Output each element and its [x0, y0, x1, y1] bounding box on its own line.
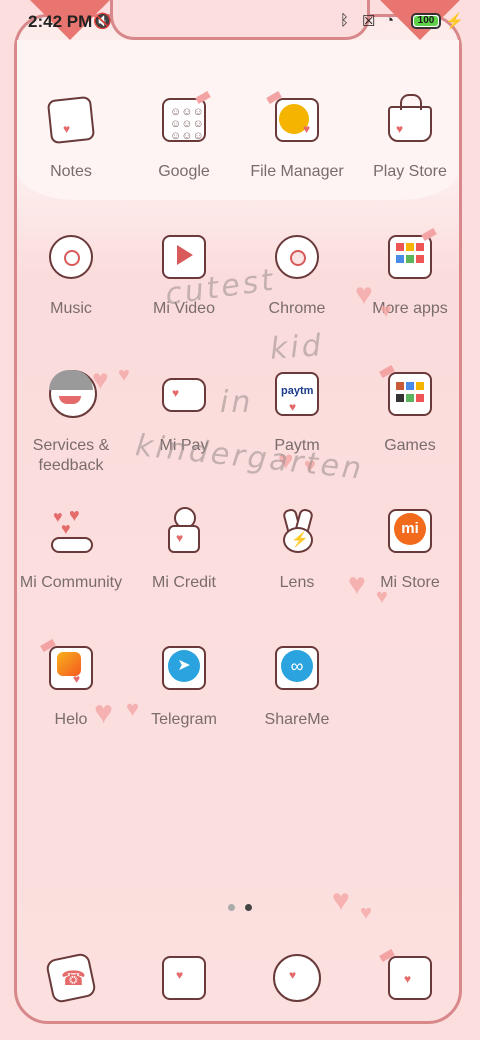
heart-decoration: ♥: [355, 278, 373, 311]
mi-store-icon: mi: [382, 503, 438, 559]
app-label: Lens: [279, 574, 315, 591]
status-time: 2:42 PM: [28, 12, 93, 31]
mi-pay-icon: ♥: [156, 366, 212, 422]
app-label: Services & feedback: [32, 437, 110, 474]
battery-percent: 100: [417, 15, 435, 26]
browser-icon: ♥: [269, 950, 325, 1006]
heart-decoration: ♥: [118, 364, 130, 386]
heart-decoration: ♥: [94, 694, 113, 730]
app-telegram[interactable]: ➤ Telegram: [128, 640, 240, 730]
app-label: Notes: [50, 163, 92, 180]
battery-indicator: 100: [411, 13, 441, 29]
heart-decoration: ♥: [348, 568, 366, 601]
phone-icon: ☎: [43, 950, 99, 1006]
heart-decoration: ♥: [126, 696, 140, 721]
heart-decoration: ♥: [332, 884, 350, 917]
music-icon: [43, 229, 99, 285]
app-label: Music: [50, 300, 92, 317]
chrome-icon: [269, 229, 325, 285]
heart-decoration: ♥: [376, 586, 388, 608]
helo-icon: ♥: [40, 638, 99, 696]
heart-decoration: ♥: [380, 300, 392, 322]
heart-decoration: ♥: [360, 902, 372, 924]
page-dot-2[interactable]: [245, 904, 252, 911]
app-label: Games: [384, 437, 436, 454]
dock-camera[interactable]: ♥: [354, 948, 466, 1006]
app-label: File Manager: [250, 163, 344, 180]
app-label: Telegram: [151, 711, 217, 728]
mute-icon: 🔇: [93, 13, 112, 30]
play-store-icon: ♥: [382, 92, 438, 148]
app-label: Chrome: [268, 300, 326, 317]
services-feedback-icon: [43, 366, 99, 422]
app-label: ShareMe: [264, 711, 330, 728]
file-manager-icon: ♥: [266, 90, 325, 148]
app-google-folder[interactable]: ☺☺☺ ☺☺☺ ☺☺☺ Google: [128, 90, 240, 182]
mi-community-icon: ♥ ♥ ♥: [43, 503, 99, 559]
shareme-icon: ∞: [269, 640, 325, 696]
app-services-feedback[interactable]: Services & feedback: [15, 366, 127, 476]
notes-icon: ♥: [43, 92, 99, 148]
dock-messages[interactable]: ♥: [128, 950, 240, 1006]
app-mi-store[interactable]: mi Mi Store: [354, 503, 466, 593]
messages-icon: ♥: [156, 950, 212, 1006]
heart-decoration: ♥: [92, 364, 109, 395]
more-apps-folder-icon: [382, 227, 438, 285]
app-mi-community[interactable]: ♥ ♥ ♥ Mi Community: [15, 503, 127, 593]
app-label: Mi Credit: [151, 574, 216, 591]
bluetooth-icon: ᛒ: [340, 12, 350, 29]
app-music[interactable]: Music: [15, 229, 127, 319]
lens-icon: ⚡: [269, 503, 325, 559]
app-play-store[interactable]: ♥ Play Store: [354, 92, 466, 182]
paytm-icon: paytm ♥: [269, 366, 325, 422]
status-bar: 2:42 PM 🔇 ᛒ ☒ ◔ 100 ⚡: [0, 0, 480, 44]
wallpaper-text: kid: [268, 328, 325, 367]
app-label: Mi Community: [19, 574, 123, 591]
app-lens[interactable]: ⚡ Lens: [241, 503, 353, 593]
app-notes[interactable]: ♥ Notes: [15, 92, 127, 182]
no-sim-icon: ☒: [362, 13, 376, 30]
games-folder-icon: [379, 364, 438, 422]
wallpaper-text: in: [220, 385, 254, 420]
google-folder-icon: ☺☺☺ ☺☺☺ ☺☺☺: [156, 90, 212, 148]
app-file-manager[interactable]: ♥ File Manager: [241, 90, 353, 182]
page-dot-1[interactable]: [228, 904, 235, 911]
camera-icon: ♥: [379, 948, 438, 1006]
mi-credit-icon: ♥: [156, 503, 212, 559]
app-games-folder[interactable]: Games: [354, 364, 466, 456]
app-label: Mi Store: [380, 574, 440, 591]
app-shareme[interactable]: ∞ ShareMe: [241, 640, 353, 730]
wifi-icon: ◔: [385, 12, 395, 29]
app-label: Google: [158, 163, 210, 180]
charging-icon: ⚡: [445, 13, 464, 30]
app-label: Play Store: [373, 163, 447, 180]
app-mi-credit[interactable]: ♥ Mi Credit: [128, 503, 240, 593]
dock-phone[interactable]: ☎: [15, 950, 127, 1006]
page-indicator: [228, 898, 262, 916]
telegram-icon: ➤: [156, 640, 212, 696]
dock-browser[interactable]: ♥: [241, 950, 353, 1006]
